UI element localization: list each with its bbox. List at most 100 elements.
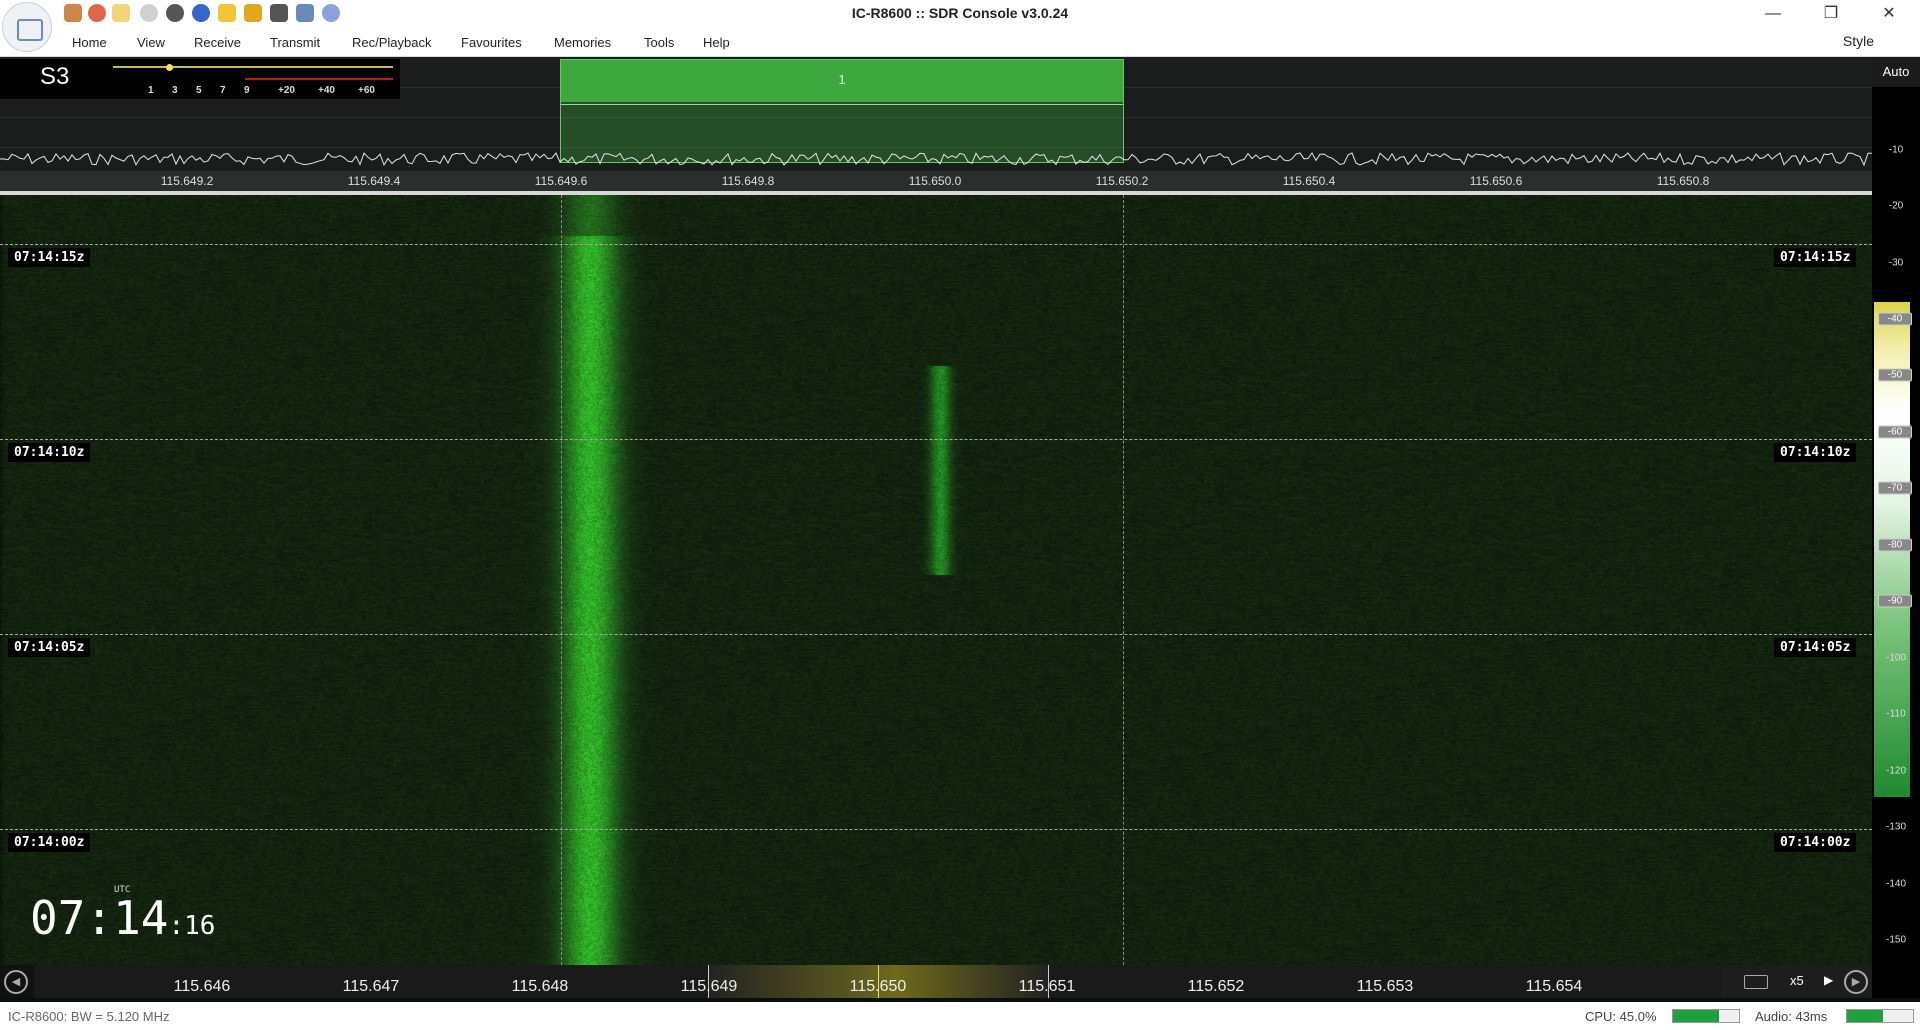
db-label: -20 — [1888, 200, 1904, 212]
zoom-factor[interactable]: x5 — [1790, 973, 1804, 988]
freq-tick: 115.649.8 — [721, 174, 775, 188]
zoom-arrow-icon[interactable]: ▶ — [1824, 973, 1833, 987]
freq-tick: 115.649.2 — [160, 174, 214, 188]
db-label: -50 — [1878, 368, 1912, 382]
tuning-ruler[interactable]: 115.646 115.647 115.648 115.649 115.650 … — [34, 965, 1722, 998]
status-bar: IC-R8600: BW = 5.120 MHz CPU: 45.0% Audi… — [0, 1002, 1920, 1030]
db-scale-panel: Auto -10 -20 -30 -40 -50 -60 -70 -80 -90… — [1872, 57, 1920, 998]
waterfall-canvas — [0, 195, 1872, 965]
close-button[interactable]: ✕ — [1866, 2, 1912, 26]
db-label: -120 — [1885, 765, 1906, 777]
s-meter-bar — [113, 66, 393, 68]
scroll-left-icon[interactable]: ◀ — [4, 970, 28, 994]
spectrum-trace — [0, 152, 1872, 167]
ruler-label: 115.652 — [1187, 978, 1245, 995]
s-scale-label: 9 — [244, 85, 250, 96]
title-bar: IC-R8600 :: SDR Console v3.0.24 — ❐ ✕ — [0, 0, 1920, 28]
s-scale-label: 5 — [196, 85, 202, 96]
timestamp-right: 07:14:05z — [1774, 638, 1857, 657]
db-label: -100 — [1885, 652, 1906, 664]
menu-bar: Home View Receive Transmit Rec/Playback … — [0, 28, 1920, 57]
frequency-axis: 115.649.2 115.649.4 115.649.6 115.649.8 … — [0, 171, 1872, 191]
freq-tick: 115.650.8 — [1656, 174, 1710, 188]
freq-tick: 115.649.6 — [534, 174, 588, 188]
clock-hh-mm: 07:14 — [30, 891, 169, 945]
minimize-button[interactable]: — — [1750, 2, 1796, 26]
time-gridline — [0, 829, 1872, 831]
audio-meter-fill — [1847, 1010, 1884, 1022]
filter-edge-line — [1123, 195, 1124, 965]
freq-tick: 115.650.2 — [1095, 174, 1149, 188]
status-bandwidth: IC-R8600: BW = 5.120 MHz — [8, 1009, 170, 1024]
timestamp-left: 07:14:05z — [8, 638, 91, 657]
app-menu-button[interactable] — [2, 2, 52, 52]
menu-help[interactable]: Help — [703, 35, 730, 50]
ruler-label: 115.646 — [173, 978, 231, 995]
status-cpu: CPU: 45.0% — [1585, 1009, 1657, 1024]
timestamp-right: 07:14:10z — [1774, 443, 1857, 462]
db-label: -140 — [1885, 878, 1906, 890]
ruler-controls: x5 ▶ ▶ — [1722, 965, 1872, 998]
menu-receive[interactable]: Receive — [194, 35, 241, 50]
clock-time: 07:14:16 — [30, 891, 215, 945]
audio-meter — [1846, 1009, 1914, 1023]
time-gridline — [0, 439, 1872, 441]
timestamp-right: 07:14:15z — [1774, 248, 1857, 267]
restore-button[interactable]: ❐ — [1808, 2, 1854, 26]
db-label: -30 — [1888, 257, 1904, 269]
ruler-label: 115.651 — [1018, 978, 1076, 995]
clock-seconds: :16 — [168, 911, 216, 941]
timestamp-left: 07:14:15z — [8, 248, 91, 267]
waterfall-display[interactable]: 07:14:15z 07:14:15z 07:14:10z 07:14:10z … — [0, 195, 1872, 965]
s-scale-label: 3 — [172, 85, 178, 96]
menu-transmit[interactable]: Transmit — [270, 35, 320, 50]
freq-tick: 115.650.4 — [1282, 174, 1336, 188]
timestamp-left: 07:14:00z — [8, 833, 91, 852]
cpu-meter — [1672, 1009, 1740, 1023]
ruler-label: 115.654 — [1525, 978, 1583, 995]
s-meter-pointer — [166, 64, 173, 71]
timestamp-left: 07:14:10z — [8, 443, 91, 462]
s-scale-label: 1 — [148, 85, 154, 96]
freq-tick: 115.650.0 — [908, 174, 962, 188]
db-label: -70 — [1878, 481, 1912, 495]
ruler-label: 115.648 — [511, 978, 569, 995]
filter-label: 1 — [838, 72, 846, 87]
filter-divider — [561, 104, 1123, 105]
ruler-label: 115.647 — [342, 978, 400, 995]
menu-tools[interactable]: Tools — [644, 35, 674, 50]
auto-level-button[interactable]: Auto — [1872, 57, 1920, 87]
s-scale-label: +20 — [278, 85, 295, 96]
menu-rec-playback[interactable]: Rec/Playback — [352, 35, 431, 50]
db-label: -80 — [1878, 538, 1912, 552]
s-meter: S3 1 3 5 7 9 +20 +40 +60 — [0, 59, 400, 99]
db-label: -90 — [1878, 594, 1912, 608]
db-label: -130 — [1885, 821, 1906, 833]
ruler-label: 115.653 — [1356, 978, 1414, 995]
time-gridline — [0, 634, 1872, 636]
s-scale-label: +40 — [318, 85, 335, 96]
window-title: IC-R8600 :: SDR Console v3.0.24 — [851, 5, 1069, 21]
db-label: -110 — [1886, 708, 1906, 720]
spectrum-display[interactable]: S3 1 3 5 7 9 +20 +40 +60 1 115.649.2 115… — [0, 57, 1872, 191]
filter-edge-line — [561, 195, 562, 965]
db-label: -60 — [1878, 425, 1912, 439]
db-label: -40 — [1878, 312, 1912, 326]
cpu-meter-fill — [1673, 1010, 1720, 1022]
tuning-bar: ◀ 115.646 115.647 115.648 115.649 115.65… — [0, 965, 1872, 998]
menu-view[interactable]: View — [137, 35, 165, 50]
db-label: -10 — [1888, 144, 1904, 156]
scroll-right-icon[interactable]: ▶ — [1844, 970, 1868, 994]
menu-favourites[interactable]: Favourites — [461, 35, 522, 50]
app-grid-icon — [17, 19, 43, 41]
style-menu[interactable]: Style — [1843, 33, 1874, 49]
keyboard-icon[interactable] — [1744, 975, 1768, 989]
db-label: -150 — [1885, 934, 1906, 946]
freq-tick: 115.649.4 — [347, 174, 401, 188]
s-scale-label: 7 — [220, 85, 226, 96]
s-scale-label: +60 — [358, 85, 375, 96]
s-meter-over-bar — [245, 78, 393, 80]
menu-memories[interactable]: Memories — [554, 35, 611, 50]
status-audio: Audio: 43ms — [1755, 1009, 1828, 1024]
menu-home[interactable]: Home — [72, 35, 107, 50]
